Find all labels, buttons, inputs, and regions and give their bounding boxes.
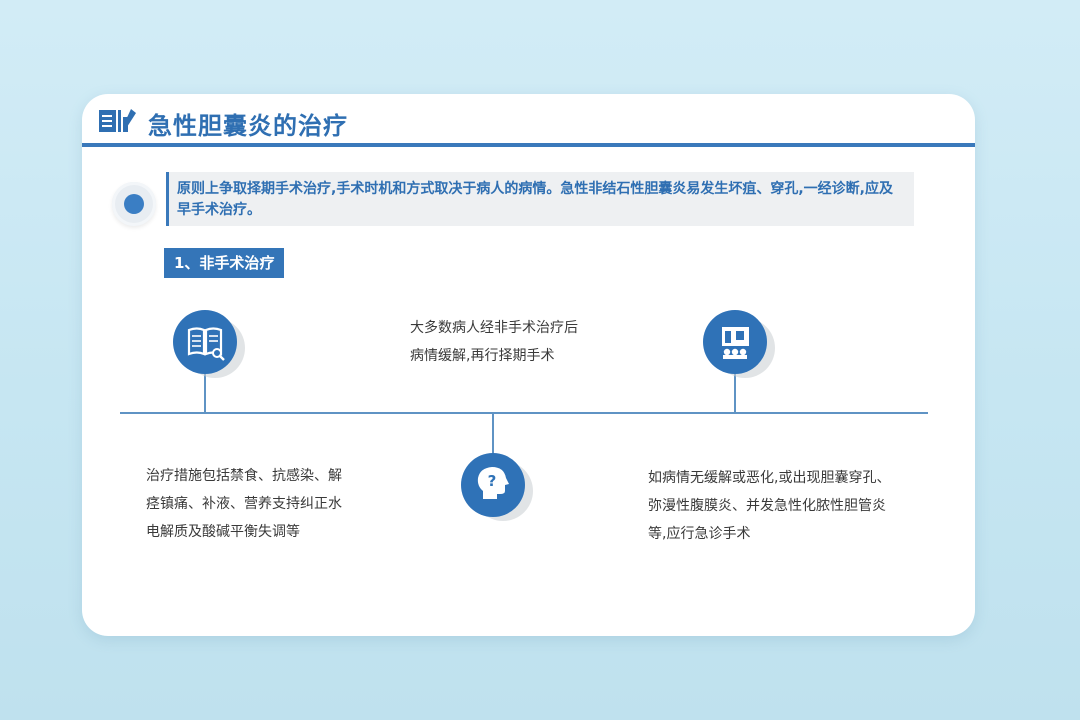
- text-line: 大多数病人经非手术治疗后: [410, 320, 578, 336]
- title-bar: 急性胆囊炎的治疗: [82, 94, 975, 147]
- intro-text: 原则上争取择期手术治疗,手术时机和方式取决于病人的病情。急性非结石性胆囊炎易发生…: [177, 181, 893, 218]
- node-head: ?: [461, 453, 525, 517]
- text-bottom-right: 如病情无缓解或恶化,或出现胆囊穿孔、 弥漫性腹膜炎、并发急性化脓性胆管炎 等,应…: [648, 464, 890, 548]
- head-question-icon: ?: [477, 467, 509, 499]
- text-line: 治疗措施包括禁食、抗感染、解: [146, 468, 342, 484]
- text-line: 如病情无缓解或恶化,或出现胆囊穿孔、: [648, 470, 891, 486]
- intro-callout: 原则上争取择期手术治疗,手术时机和方式取决于病人的病情。急性非结石性胆囊炎易发生…: [166, 172, 914, 226]
- text-top-center: 大多数病人经非手术治疗后 病情缓解,再行择期手术: [410, 314, 578, 370]
- presentation-board-icon: [722, 327, 749, 359]
- book-search-icon: [187, 327, 225, 361]
- connector-left: [204, 373, 206, 413]
- book-edit-icon: [98, 107, 138, 135]
- text-line: 电解质及酸碱平衡失调等: [146, 524, 300, 540]
- node-presentation: [703, 310, 767, 374]
- content-card: 急性胆囊炎的治疗 原则上争取择期手术治疗,手术时机和方式取决于病人的病情。急性非…: [82, 94, 975, 636]
- text-line: 弥漫性腹膜炎、并发急性化脓性胆管炎: [648, 498, 886, 514]
- title-divider: [82, 143, 975, 147]
- node-book: [173, 310, 237, 374]
- text-bottom-left: 治疗措施包括禁食、抗感染、解 痉镇痛、补液、营养支持纠正水 电解质及酸碱平衡失调…: [146, 462, 342, 546]
- connector-right: [734, 373, 736, 413]
- text-line: 痉镇痛、补液、营养支持纠正水: [146, 496, 342, 512]
- timeline-line: [120, 412, 928, 414]
- connector-center: [492, 413, 494, 454]
- page-title: 急性胆囊炎的治疗: [148, 112, 348, 140]
- section-label: 1、非手术治疗: [164, 248, 285, 278]
- intro-bullet-icon: [112, 182, 156, 226]
- svg-text:?: ?: [488, 472, 497, 490]
- text-line: 等,应行急诊手术: [648, 526, 751, 542]
- text-line: 病情缓解,再行择期手术: [410, 348, 555, 364]
